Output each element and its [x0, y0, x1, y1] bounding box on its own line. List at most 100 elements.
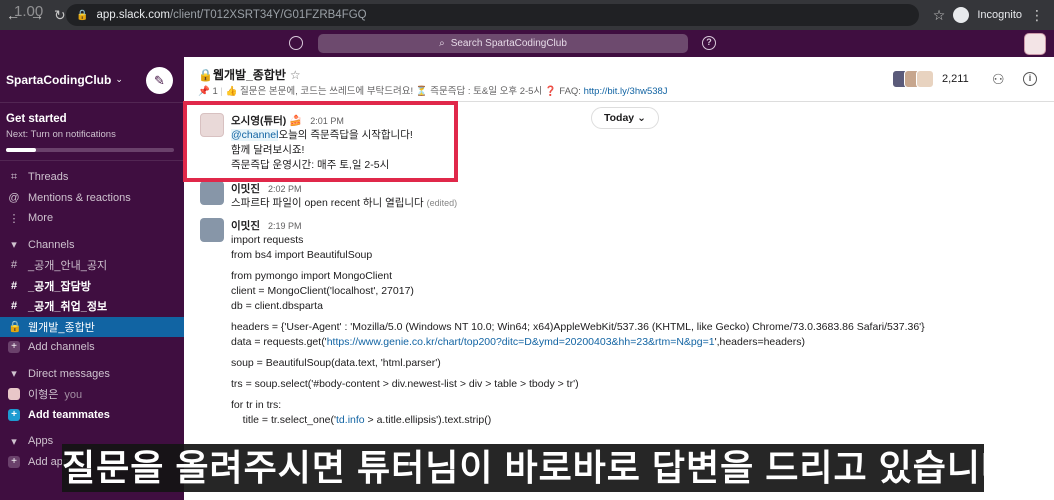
compose-icon[interactable]: ✎: [146, 67, 173, 94]
sidebar-item-dm[interactable]: 이형은 you: [0, 384, 184, 405]
profile-label[interactable]: Incognito: [977, 9, 1022, 21]
url-path: /client/T012XSRT34Y/G01FZRB4FGQ: [169, 9, 367, 21]
get-started-title: Get started: [6, 113, 67, 125]
sidebar-item-channel-active[interactable]: 🔒 웹개발_종합반: [0, 316, 184, 337]
avatar[interactable]: [200, 181, 224, 205]
channel-label: _공개_잡담방: [28, 280, 91, 293]
code-line: trs = soup.select('#body-content > div.n…: [231, 378, 579, 390]
pin-count[interactable]: 1: [212, 86, 217, 97]
topic-text: 👍 질문은 본문에, 코드는 쓰레드에 부탁드려요! ⏳ 즉문즉답 : 토&일 …: [225, 86, 584, 97]
dm-section-header[interactable]: ▾ Direct messages: [0, 364, 184, 385]
date-divider-button[interactable]: Today ⌄: [591, 107, 659, 129]
info-icon[interactable]: i: [1023, 72, 1037, 86]
address-bar[interactable]: 🔒 app.slack.com /client/T012XSRT34Y/G01F…: [66, 4, 919, 26]
caret-down-icon: ▾: [11, 368, 17, 381]
get-started-subtitle: Next: Turn on notifications: [6, 129, 116, 140]
channel-header: 🔒웹개발_종합반 ☆ 📌 1 | 👍 질문은 본문에, 코드는 쓰레드에 부탁드려…: [184, 57, 1054, 102]
code-line: client = MongoClient('localhost', 27017): [231, 285, 414, 297]
search-placeholder: Search SpartaCodingClub: [450, 38, 567, 49]
sidebar-item-channel[interactable]: # _공개_취업_정보: [0, 296, 184, 317]
add-channels-button[interactable]: + Add channels: [0, 337, 184, 358]
channel-title[interactable]: 🔒웹개발_종합반 ☆: [198, 66, 301, 83]
channel-topic: 📌 1 | 👍 질문은 본문에, 코드는 쓰레드에 부탁드려요! ⏳ 즉문즉답 …: [198, 86, 668, 97]
help-icon[interactable]: ?: [702, 36, 716, 50]
message-time[interactable]: 2:19 PM: [268, 221, 302, 231]
code-segment: ',headers=headers): [714, 336, 806, 348]
star-icon[interactable]: ☆: [290, 68, 301, 82]
kebab-menu-icon[interactable]: ⋮: [1030, 7, 1044, 24]
overlay-version: 1.00: [14, 3, 44, 20]
you-label: you: [64, 389, 83, 402]
message-author[interactable]: 이밋진: [231, 183, 260, 195]
threads-icon: ⌗: [10, 170, 18, 183]
user-avatar[interactable]: [1024, 33, 1046, 55]
code-line: for tr in trs:: [231, 399, 282, 411]
sidebar-item-label: Mentions & reactions: [28, 191, 131, 204]
date-label: Today: [604, 112, 635, 124]
browser-right-controls: ☆ Incognito ⋮: [933, 7, 1054, 24]
sidebar-item-channel[interactable]: # _공개_안내_공지: [0, 255, 184, 276]
url-host: app.slack.com: [96, 9, 170, 21]
channel-name: 웹개발_종합반: [212, 68, 286, 82]
search-icon: ⌕: [439, 38, 445, 49]
sidebar-item-channel[interactable]: # _공개_잡담방: [0, 276, 184, 297]
video-subtitle: 질문을 올려주시면 튜터님이 바로바로 답변을 드리고 있습니다: [62, 444, 1014, 492]
avatar: [916, 70, 934, 88]
edited-label: (edited): [426, 198, 458, 208]
message-body: 이밋진 2:02 PM 스파르타 파일이 open recent 하니 열립니다 …: [231, 181, 1031, 211]
code-line: title = tr.select_one('td.info > a.title…: [231, 413, 1031, 428]
reload-icon[interactable]: ↻: [54, 7, 66, 24]
code-line: soup = BeautifulSoup(data.text, 'html.pa…: [231, 357, 441, 369]
code-segment: title = tr.select_one(': [231, 414, 337, 426]
member-count: 2,211: [942, 73, 969, 85]
browser-toolbar: ← → ↻ 🔒 app.slack.com /client/T012XSRT34…: [0, 0, 1054, 30]
add-teammates-button[interactable]: + Add teammates: [0, 405, 184, 426]
message-time[interactable]: 2:02 PM: [268, 184, 302, 194]
hash-icon: #: [10, 259, 18, 272]
at-icon: @: [8, 191, 20, 204]
sidebar-item-threads[interactable]: ⌗ Threads: [0, 167, 184, 188]
workspace-name: SpartaCodingClub: [6, 72, 112, 87]
code-line: db = client.dbsparta: [231, 300, 323, 312]
slack-top-bar: ⌕ Search SpartaCodingClub ?: [0, 30, 1054, 57]
avatar: [8, 388, 20, 401]
apps-header-label: Apps: [28, 435, 54, 448]
hash-icon: #: [10, 279, 18, 292]
highlight-box: [183, 101, 458, 182]
get-started-panel[interactable]: Get started Next: Turn on notifications: [0, 103, 184, 161]
lock-icon: 🔒: [8, 321, 22, 334]
more-icon: ⋮: [8, 212, 20, 225]
code-line: data = requests.get('https://www.genie.c…: [231, 335, 1031, 350]
message-author-row: 이밋진 2:02 PM: [231, 181, 1031, 196]
pin-icon[interactable]: 📌: [198, 86, 210, 97]
history-clock-icon[interactable]: [289, 36, 303, 50]
bookmark-star-icon[interactable]: ☆: [933, 7, 946, 24]
message-text-segment: 스파르타 파일이 open recent 하니 열립니다: [231, 197, 424, 209]
add-people-icon[interactable]: ⚇: [992, 71, 1005, 88]
message-text: 스파르타 파일이 open recent 하니 열립니다 (edited): [231, 196, 1031, 211]
plus-icon: +: [8, 408, 20, 421]
sidebar-item-more[interactable]: ⋮ More: [0, 208, 184, 229]
td-info-link[interactable]: td.info: [336, 414, 365, 426]
channels-header-label: Channels: [28, 238, 75, 251]
add-channels-label: Add channels: [28, 341, 95, 354]
hash-icon: #: [10, 300, 18, 313]
search-input[interactable]: ⌕ Search SpartaCodingClub: [318, 34, 688, 53]
message-body: 이밋진 2:19 PM import requests from bs4 impo…: [231, 218, 1031, 428]
sidebar-item-mentions[interactable]: @ Mentions & reactions: [0, 188, 184, 209]
chevron-down-icon: ⌄: [115, 74, 123, 84]
add-teammates-label: Add teammates: [28, 408, 110, 421]
channel-label: 웹개발_종합반: [28, 321, 95, 334]
member-facepile[interactable]: 2,211: [892, 70, 969, 88]
workspace-header[interactable]: SpartaCodingClub ⌄ ✎: [0, 57, 184, 103]
code-line: import requests: [231, 234, 304, 246]
topic-link[interactable]: http://bit.ly/3hw538J: [584, 86, 668, 97]
genie-chart-link[interactable]: https://www.genie.co.kr/chart/top200?dit…: [327, 336, 715, 348]
incognito-icon[interactable]: [953, 7, 970, 23]
message-author[interactable]: 이밋진: [231, 220, 260, 232]
get-started-progress: [6, 148, 174, 152]
plus-icon: +: [8, 341, 20, 354]
code-segment: > a.title.ellipsis').text.strip(): [364, 414, 492, 426]
avatar[interactable]: [200, 218, 224, 242]
channels-section-header[interactable]: ▾ Channels: [0, 235, 184, 256]
